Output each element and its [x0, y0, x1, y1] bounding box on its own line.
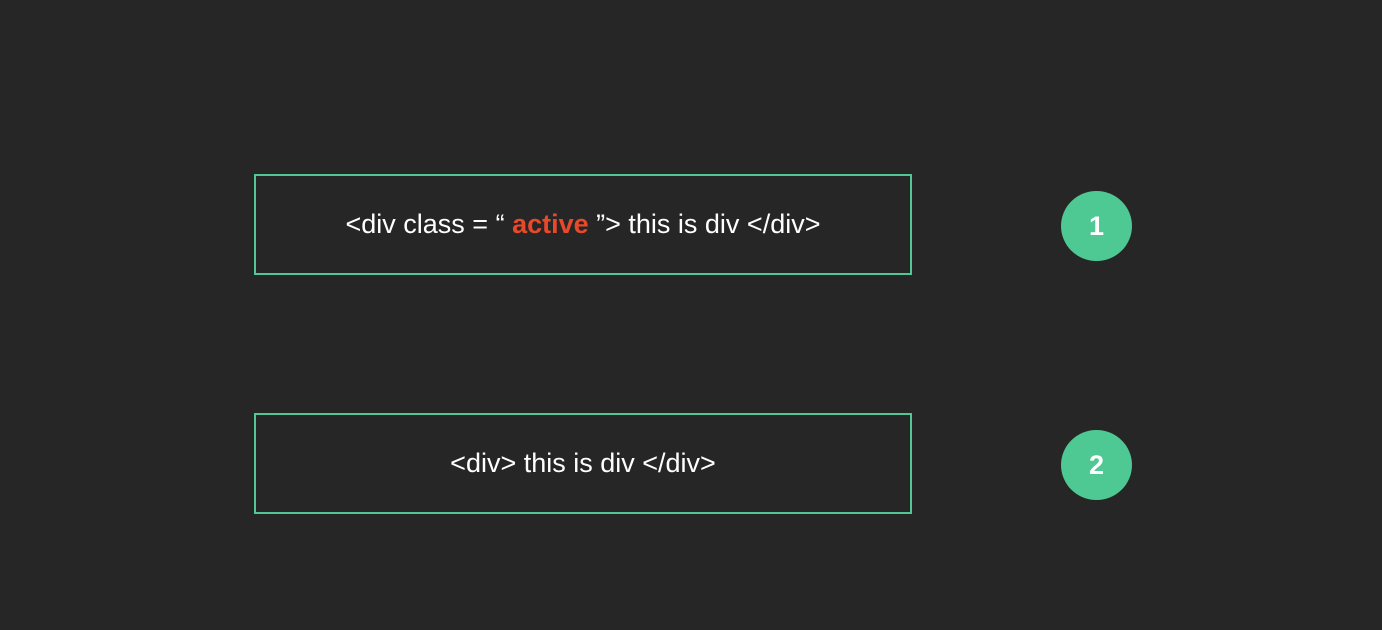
code-box-plain: <div> this is div </div> — [254, 413, 912, 514]
code-suffix: ”> this is div </div> — [588, 209, 821, 239]
class-name-highlight: active — [512, 209, 589, 239]
code-prefix: <div class = “ — [345, 209, 513, 239]
step-badge-1: 1 — [1061, 191, 1132, 261]
code-text: <div> this is div </div> — [450, 448, 716, 478]
step-badge-2: 2 — [1061, 430, 1132, 500]
code-box-active: <div class = “ active ”> this is div </d… — [254, 174, 912, 275]
diagram-canvas: <div class = “ active ”> this is div </d… — [0, 0, 1382, 630]
